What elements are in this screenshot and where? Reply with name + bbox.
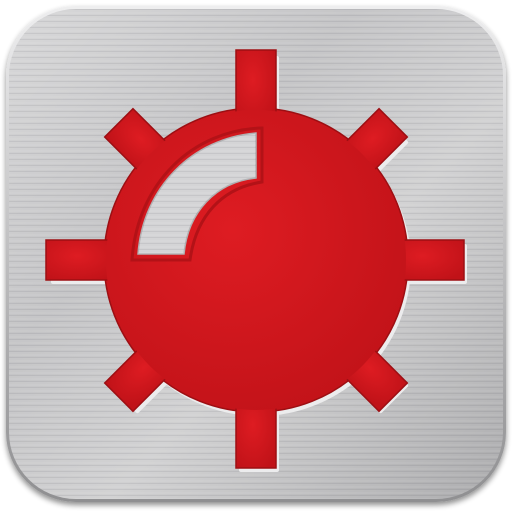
minesweeper-app-icon[interactable] <box>0 0 512 512</box>
